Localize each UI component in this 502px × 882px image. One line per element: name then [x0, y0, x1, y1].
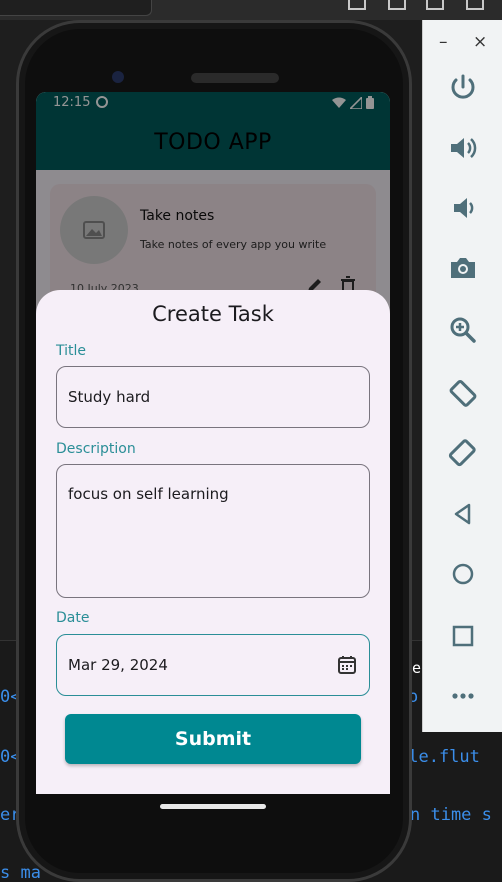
phone-screen: 12:15 TODO APP Take notes Take notes of … — [36, 92, 390, 794]
zoom-in-icon[interactable] — [443, 310, 483, 350]
minimize-button[interactable]: – — [439, 32, 448, 52]
sheet-title: Create Task — [152, 302, 274, 326]
create-task-sheet: Create Task Title Study hard Description… — [36, 290, 390, 794]
title-input[interactable]: Study hard — [56, 366, 370, 428]
camera-icon[interactable] — [443, 248, 483, 288]
power-icon[interactable] — [443, 68, 483, 108]
title-field-label: Title — [56, 343, 87, 359]
terminal-line-right-3: n time s — [410, 805, 492, 825]
layout-sidebar-icon[interactable] — [348, 0, 366, 10]
date-field-label: Date — [56, 610, 90, 626]
description-field-label: Description — [56, 441, 136, 457]
overview-icon[interactable] — [443, 616, 483, 656]
volume-down-icon[interactable] — [443, 188, 483, 228]
terminal-marker: e — [412, 659, 422, 677]
layout-grid-icon[interactable] — [466, 0, 484, 10]
layout-panel-icon[interactable] — [388, 0, 406, 10]
title-input-value: Study hard — [68, 388, 151, 406]
close-button[interactable]: × — [473, 32, 487, 52]
date-input-value: Mar 29, 2024 — [68, 656, 168, 674]
emulator-toolbar: – × — [422, 20, 502, 732]
calendar-icon[interactable] — [337, 655, 357, 675]
ide-tab[interactable] — [0, 0, 152, 16]
front-camera — [112, 71, 124, 83]
back-icon[interactable] — [443, 494, 483, 534]
terminal-line-4: s ma — [0, 863, 41, 882]
description-input[interactable]: focus on self learning — [56, 464, 370, 598]
volume-up-icon[interactable] — [443, 128, 483, 168]
submit-button[interactable]: Submit — [65, 714, 361, 764]
rotate-right-icon[interactable] — [443, 432, 483, 472]
earpiece-speaker — [191, 73, 279, 83]
more-icon[interactable] — [443, 676, 483, 716]
home-gesture-bar[interactable] — [160, 804, 266, 809]
rotate-left-icon[interactable] — [443, 372, 483, 412]
home-icon[interactable] — [443, 554, 483, 594]
ide-title-bar — [0, 0, 502, 20]
layout-split-icon[interactable] — [426, 0, 444, 10]
date-input[interactable]: Mar 29, 2024 — [56, 634, 370, 696]
description-input-value: focus on self learning — [68, 485, 229, 503]
